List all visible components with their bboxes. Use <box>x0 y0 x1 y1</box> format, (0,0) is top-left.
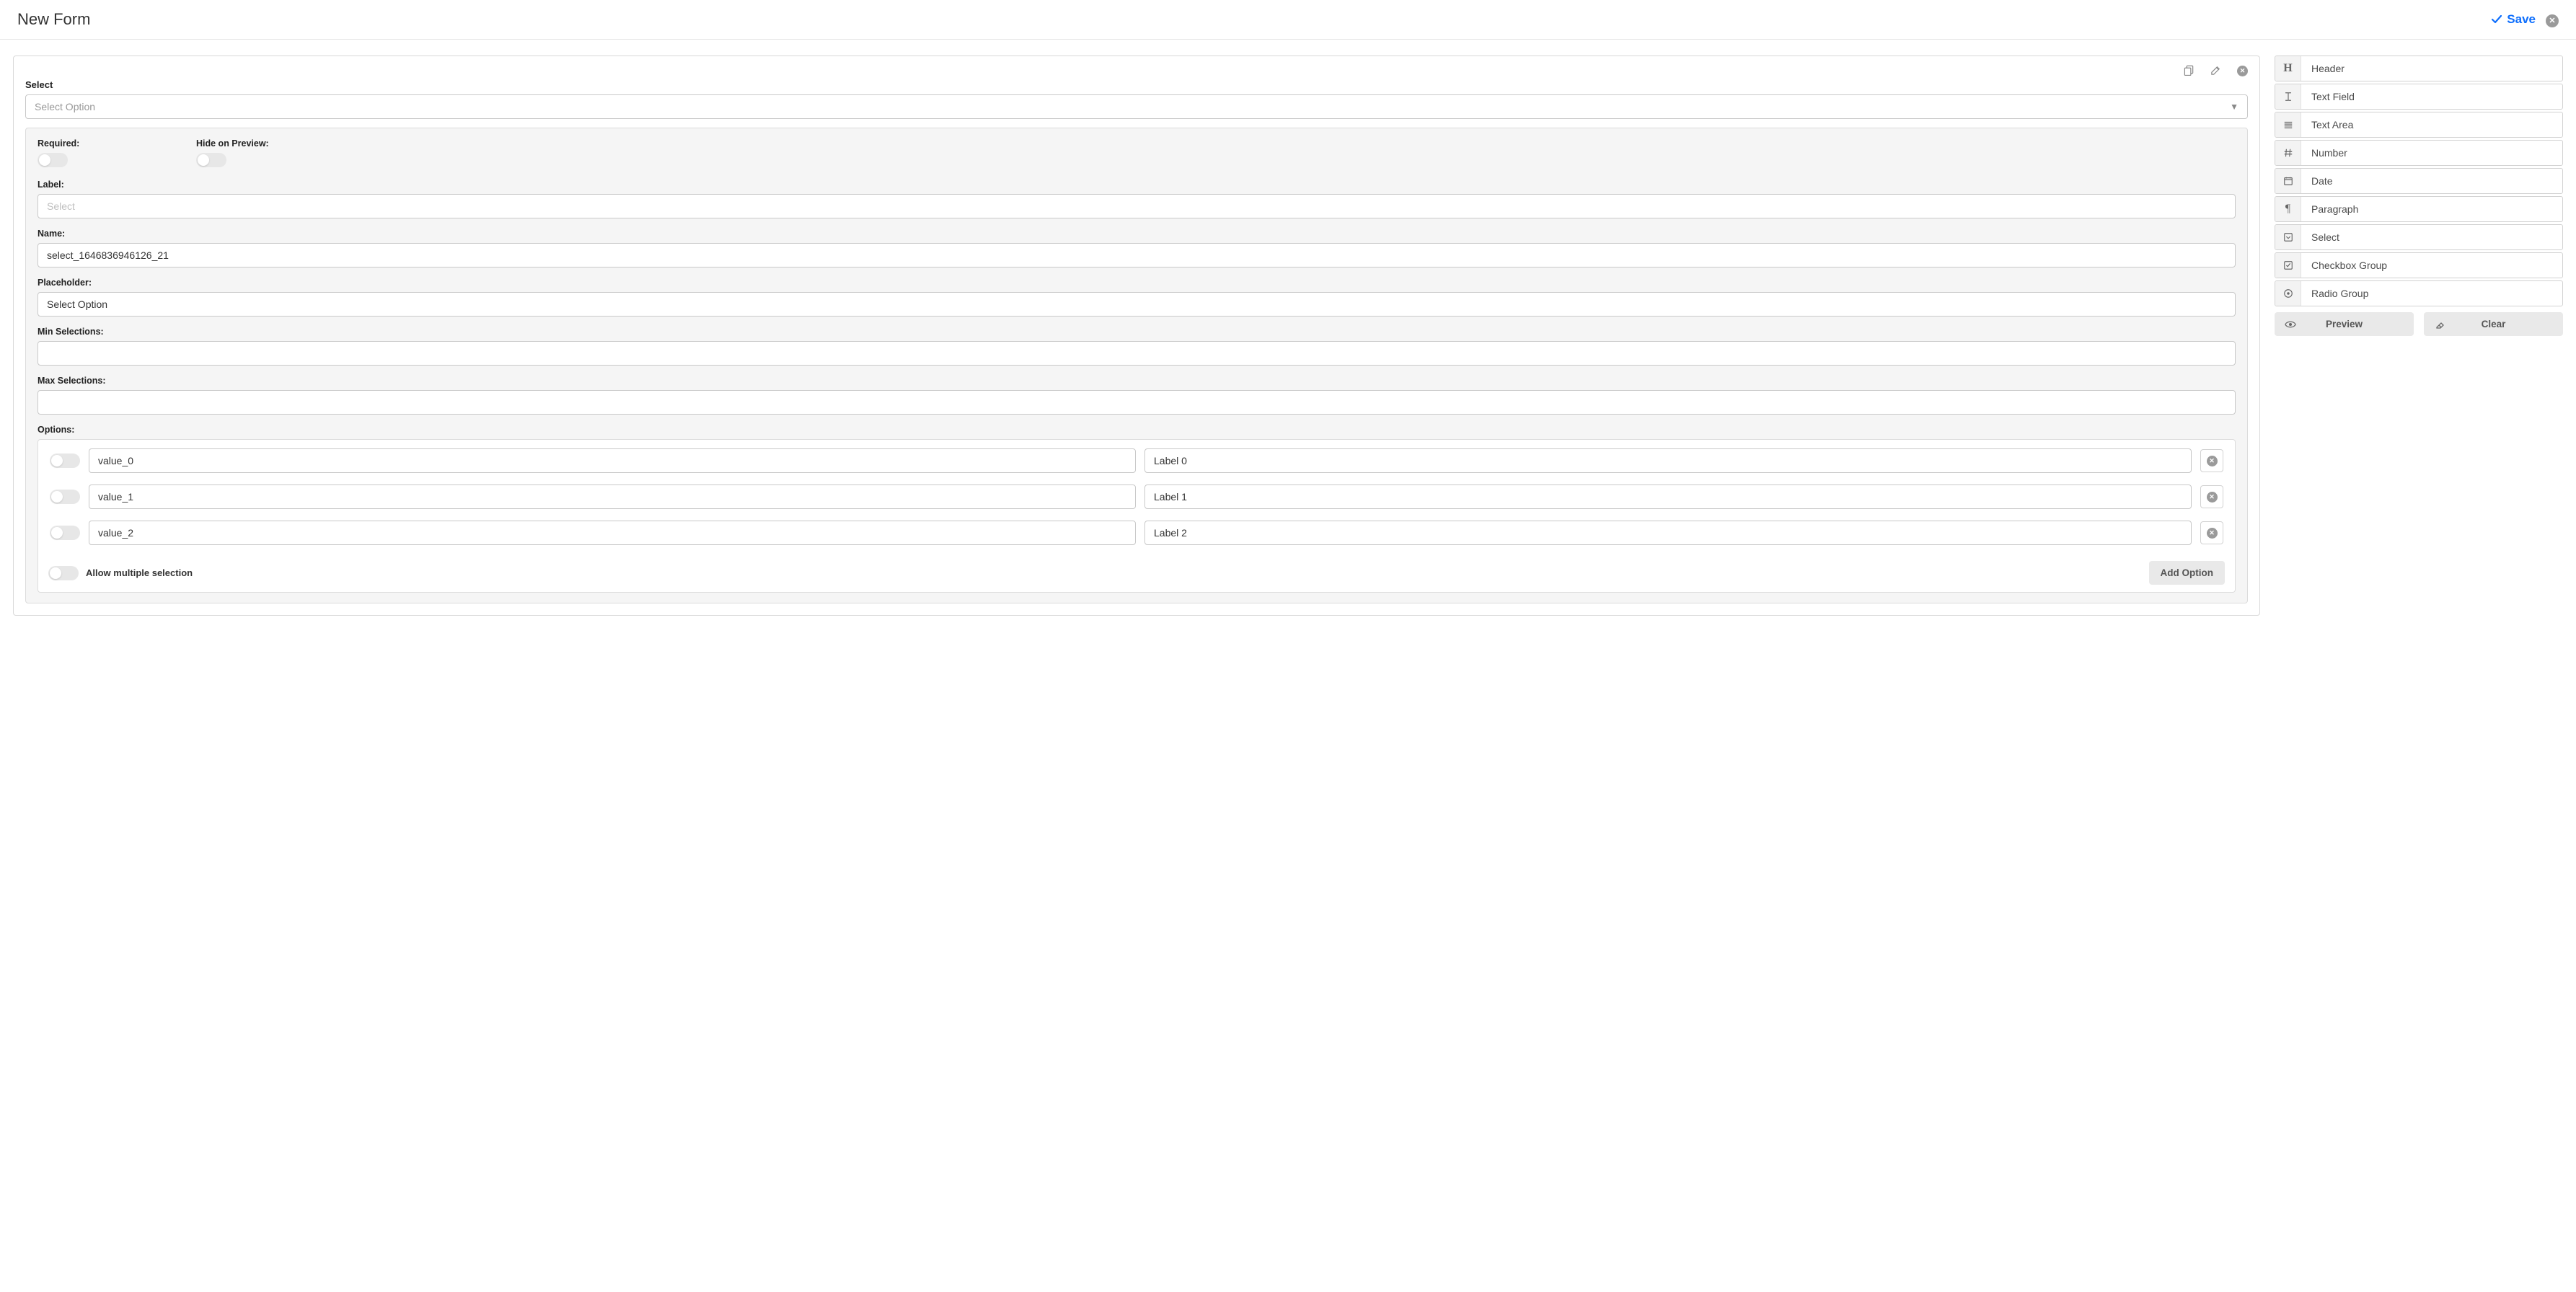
option-row: ✕ <box>38 518 2235 554</box>
sidebar-item-label: Radio Group <box>2301 281 2562 306</box>
max-select-input[interactable] <box>38 390 2236 415</box>
remove-icon: ✕ <box>2207 492 2218 503</box>
check-icon <box>2491 14 2502 25</box>
sidebar-item-label: Paragraph <box>2301 197 2562 221</box>
page-title: New Form <box>17 10 90 29</box>
select-preview[interactable]: Select Option ▼ <box>25 94 2248 119</box>
option-default-toggle[interactable] <box>50 526 80 540</box>
label-input[interactable] <box>38 194 2236 218</box>
option-label-input[interactable] <box>1144 485 2192 509</box>
option-label-input[interactable] <box>1144 448 2192 473</box>
close-icon: ✕ <box>2546 14 2559 27</box>
allow-multi-label: Allow multiple selection <box>86 567 193 578</box>
preview-label: Preview <box>2326 319 2363 329</box>
date-icon <box>2275 169 2301 193</box>
sidebar-item-label: Date <box>2301 169 2562 193</box>
radio-group-icon <box>2275 281 2301 306</box>
label-field-label: Label: <box>38 180 2236 190</box>
options-label: Options: <box>38 425 2236 435</box>
sidebar: HHeaderText FieldText AreaNumberDate¶Par… <box>2275 56 2563 336</box>
copy-icon <box>2184 65 2195 76</box>
edit-icon <box>2210 65 2221 76</box>
option-value-input[interactable] <box>89 485 1136 509</box>
eye-icon <box>2285 319 2296 330</box>
clear-button[interactable]: Clear <box>2424 312 2563 336</box>
sidebar-item-paragraph[interactable]: ¶Paragraph <box>2275 196 2563 222</box>
name-input[interactable] <box>38 243 2236 267</box>
sidebar-item-number[interactable]: Number <box>2275 140 2563 166</box>
sidebar-item-date[interactable]: Date <box>2275 168 2563 194</box>
close-button[interactable]: ✕ <box>2546 12 2559 28</box>
min-select-label: Min Selections: <box>38 327 2236 337</box>
select-block: Select Select Option ▼ Required: Hide on… <box>14 79 2259 615</box>
sidebar-item-radio-group[interactable]: Radio Group <box>2275 280 2563 306</box>
select-icon <box>2275 225 2301 249</box>
number-icon <box>2275 141 2301 165</box>
block-type-label: Select <box>25 79 2248 90</box>
option-default-toggle[interactable] <box>50 453 80 468</box>
option-value-input[interactable] <box>89 521 1136 545</box>
option-label-input[interactable] <box>1144 521 2192 545</box>
hide-preview-toggle[interactable] <box>196 153 226 167</box>
select-placeholder-text: Select Option <box>35 101 95 112</box>
preview-button[interactable]: Preview <box>2275 312 2414 336</box>
placeholder-field-label: Placeholder: <box>38 278 2236 288</box>
save-button[interactable]: Save <box>2491 12 2536 27</box>
option-row: ✕ <box>38 440 2235 482</box>
sidebar-item-header[interactable]: HHeader <box>2275 56 2563 81</box>
checkbox-group-icon <box>2275 253 2301 278</box>
option-value-input[interactable] <box>89 448 1136 473</box>
min-select-input[interactable] <box>38 341 2236 366</box>
layout: ✕ Select Select Option ▼ Required: Hide … <box>0 40 2576 632</box>
option-default-toggle[interactable] <box>50 490 80 504</box>
sidebar-item-label: Select <box>2301 225 2562 249</box>
sidebar-item-label: Text Area <box>2301 112 2562 137</box>
sidebar-item-label: Checkbox Group <box>2301 253 2562 278</box>
clear-label: Clear <box>2482 319 2506 329</box>
eraser-icon <box>2434 319 2445 330</box>
option-remove-button[interactable]: ✕ <box>2200 521 2223 544</box>
side-actions: Preview Clear <box>2275 312 2563 336</box>
option-remove-button[interactable]: ✕ <box>2200 449 2223 472</box>
remove-block-button[interactable]: ✕ <box>2237 63 2248 76</box>
sidebar-item-label: Text Field <box>2301 84 2562 109</box>
sidebar-item-checkbox-group[interactable]: Checkbox Group <box>2275 252 2563 278</box>
hide-preview-label: Hide on Preview: <box>196 138 297 149</box>
sidebar-item-label: Header <box>2301 56 2562 81</box>
name-field-label: Name: <box>38 229 2236 239</box>
field-palette: HHeaderText FieldText AreaNumberDate¶Par… <box>2275 56 2563 306</box>
options-list: ✕ ✕ ✕ Allow multiple selection Add Option <box>38 439 2236 593</box>
caret-down-icon: ▼ <box>2230 102 2238 112</box>
required-toggle[interactable] <box>38 153 68 167</box>
remove-icon: ✕ <box>2207 528 2218 539</box>
paragraph-icon: ¶ <box>2275 197 2301 221</box>
remove-icon: ✕ <box>2207 456 2218 466</box>
header-icon: H <box>2275 56 2301 81</box>
form-canvas: ✕ Select Select Option ▼ Required: Hide … <box>13 56 2260 616</box>
text-field-icon <box>2275 84 2301 109</box>
required-label: Required: <box>38 138 138 149</box>
max-select-label: Max Selections: <box>38 376 2236 386</box>
sidebar-item-text-field[interactable]: Text Field <box>2275 84 2563 110</box>
text-area-icon <box>2275 112 2301 137</box>
option-remove-button[interactable]: ✕ <box>2200 485 2223 508</box>
allow-multi-section: Allow multiple selection <box>48 566 193 580</box>
placeholder-input[interactable] <box>38 292 2236 317</box>
sidebar-item-text-area[interactable]: Text Area <box>2275 112 2563 138</box>
allow-multi-toggle[interactable] <box>48 566 79 580</box>
save-label: Save <box>2507 12 2536 27</box>
config-panel: Required: Hide on Preview: Label: Name: <box>25 128 2248 603</box>
block-toolbar: ✕ <box>14 56 2259 76</box>
options-footer: Allow multiple selection Add Option <box>38 554 2235 592</box>
sidebar-item-select[interactable]: Select <box>2275 224 2563 250</box>
option-row: ✕ <box>38 482 2235 518</box>
remove-icon: ✕ <box>2237 66 2248 76</box>
topbar: New Form Save ✕ <box>0 0 2576 40</box>
edit-block-button[interactable] <box>2210 63 2221 76</box>
copy-block-button[interactable] <box>2184 63 2195 76</box>
sidebar-item-label: Number <box>2301 141 2562 165</box>
add-option-button[interactable]: Add Option <box>2149 561 2225 585</box>
topbar-actions: Save ✕ <box>2491 12 2559 28</box>
